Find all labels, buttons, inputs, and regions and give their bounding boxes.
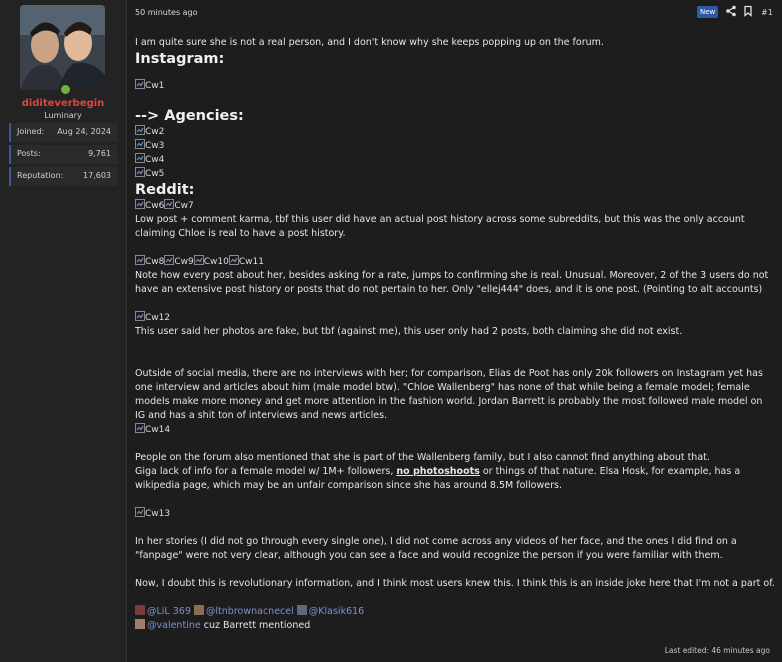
- user-title: Luminary: [44, 111, 82, 120]
- paragraph: Low post + comment karma, tbf this user …: [135, 214, 745, 239]
- broken-image-icon: [135, 167, 145, 177]
- paragraph: Giga lack of info for a female model w/ …: [135, 465, 775, 493]
- stat-label: Reputation:: [17, 171, 64, 180]
- stat-joined: Joined: Aug 24, 2024: [9, 123, 117, 142]
- post-body: I am quite sure she is not a real person…: [135, 36, 775, 633]
- bookmark-icon[interactable]: [742, 5, 754, 17]
- avatar[interactable]: [20, 5, 105, 90]
- image-alt-text: Cw1: [145, 81, 165, 91]
- new-badge: New: [697, 6, 719, 18]
- image-alt-text: Cw12: [145, 313, 171, 323]
- mention-link[interactable]: @LiL 369: [147, 606, 191, 617]
- mention-avatar: [135, 619, 145, 629]
- image-alt-text: Cw8: [145, 257, 165, 267]
- image-alt-text: Cw6: [145, 201, 165, 211]
- broken-image-icon: [164, 255, 175, 265]
- mention-avatar: [193, 605, 204, 615]
- broken-image-icon: [135, 153, 145, 163]
- post-timestamp[interactable]: 50 minutes ago: [135, 8, 198, 17]
- image-alt-text: Cw7: [174, 201, 194, 211]
- image-alt-text: Cw5: [145, 169, 165, 179]
- image-cw11[interactable]: Cw11: [228, 255, 264, 269]
- paragraph: Outside of social media, there are no in…: [135, 368, 763, 421]
- broken-image-icon: [135, 199, 145, 209]
- image-cw9[interactable]: Cw9: [164, 255, 194, 269]
- broken-image-icon: [228, 255, 239, 265]
- image-alt-text: Cw13: [145, 509, 171, 519]
- broken-image-icon: [135, 79, 145, 89]
- stat-value: 9,761: [88, 149, 111, 158]
- image-cw8[interactable]: Cw8: [135, 255, 164, 269]
- image-cw1[interactable]: Cw1: [135, 79, 164, 93]
- broken-image-icon: [135, 255, 145, 265]
- broken-image-icon: [135, 311, 145, 321]
- mention-link[interactable]: @ltnbrownacnecel: [206, 606, 294, 617]
- broken-image-icon: [193, 255, 204, 265]
- share-icon[interactable]: [725, 5, 737, 17]
- image-cw12[interactable]: Cw12: [135, 311, 170, 325]
- image-alt-text: Cw10: [203, 257, 229, 267]
- image-alt-text: Cw4: [145, 155, 165, 165]
- paragraph: People on the forum also mentioned that …: [135, 452, 710, 463]
- user-sidebar: diditeverbegin Luminary Joined: Aug 24, …: [0, 0, 127, 662]
- image-cw10[interactable]: Cw10: [193, 255, 229, 269]
- paragraph: This user said her photos are fake, but …: [135, 326, 683, 337]
- stat-label: Posts:: [17, 149, 41, 158]
- stat-posts: Posts: 9,761: [9, 145, 117, 164]
- image-alt-text: Cw3: [145, 141, 165, 151]
- username[interactable]: diditeverbegin: [0, 98, 126, 109]
- image-alt-text: Cw2: [145, 127, 165, 137]
- image-cw14[interactable]: Cw14: [135, 423, 170, 437]
- image-cw2[interactable]: Cw2: [135, 125, 164, 139]
- mention-avatar: [296, 605, 307, 615]
- paragraph: Now, I doubt this is revolutionary infor…: [135, 578, 775, 589]
- post-number[interactable]: #1: [761, 8, 773, 17]
- heading-instagram: Instagram:: [135, 51, 225, 67]
- broken-image-icon: [164, 199, 175, 209]
- stat-label: Joined:: [17, 127, 45, 136]
- mention-link[interactable]: @valentine: [147, 620, 201, 631]
- post-content: 50 minutes ago New #1 I am quite sure sh…: [135, 0, 775, 662]
- paragraph: In her stories (I did not go through eve…: [135, 536, 737, 561]
- paragraph: I am quite sure she is not a real person…: [135, 37, 604, 48]
- broken-image-icon: [135, 507, 145, 517]
- broken-image-icon: [135, 423, 145, 433]
- stat-value: Aug 24, 2024: [57, 127, 111, 136]
- mention-text: cuz Barrett mentioned: [203, 620, 311, 631]
- image-cw3[interactable]: Cw3: [135, 139, 164, 153]
- stat-reputation: Reputation: 17,603: [9, 167, 117, 186]
- last-edited-note: Last edited: 46 minutes ago: [664, 646, 770, 655]
- image-alt-text: Cw9: [174, 257, 194, 267]
- heading-agencies: --> Agencies:: [135, 108, 244, 124]
- image-alt-text: Cw14: [145, 425, 171, 435]
- text: Giga lack of info for a female model w/ …: [135, 466, 394, 477]
- heading-reddit: Reddit:: [135, 182, 195, 198]
- image-cw7[interactable]: Cw7: [164, 199, 194, 213]
- broken-image-icon: [135, 139, 145, 149]
- image-cw6[interactable]: Cw6: [135, 199, 164, 213]
- mention-link[interactable]: @Klasik616: [309, 606, 364, 617]
- emphasis-text: no photoshoots: [396, 466, 480, 477]
- image-cw13[interactable]: Cw13: [135, 507, 170, 521]
- mention-avatar: [135, 605, 145, 615]
- image-alt-text: Cw11: [238, 257, 264, 267]
- stat-value: 17,603: [83, 171, 111, 180]
- avatar-image: [20, 5, 105, 90]
- mentions-line: @valentine cuz Barrett mentioned: [135, 619, 775, 633]
- online-status-dot: [59, 83, 72, 96]
- image-cw5[interactable]: Cw5: [135, 167, 164, 181]
- mentions-line: @LiL 369 @ltnbrownacnecel @Klasik616: [135, 605, 775, 619]
- paragraph: Note how every post about her, besides a…: [135, 270, 769, 295]
- broken-image-icon: [135, 125, 145, 135]
- image-cw4[interactable]: Cw4: [135, 153, 164, 167]
